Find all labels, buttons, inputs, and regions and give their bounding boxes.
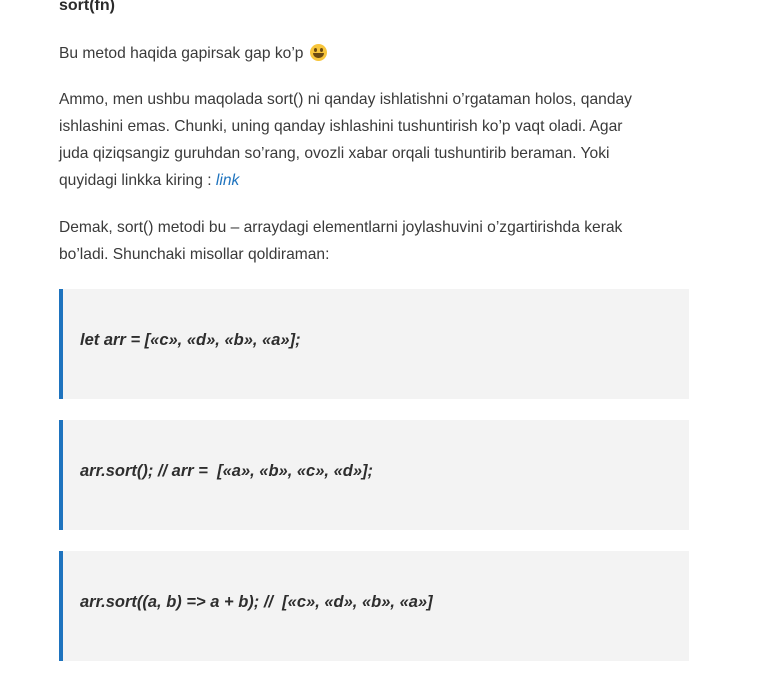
- intro-paragraph: Bu metod haqida gapirsak gap ko’p: [59, 40, 689, 67]
- summary-line-2: bo’ladi. Shunchaki misollar qoldiraman:: [59, 246, 330, 263]
- reference-link[interactable]: link: [216, 172, 239, 189]
- explanation-line-3: juda qiziqsangiz guruhdan so’rang, ovozl…: [59, 145, 610, 162]
- code-example-1: let arr = [«c», «d», «b», «a»];: [59, 289, 689, 399]
- explanation-line-2: ishlashini emas. Chunki, uning qanday is…: [59, 118, 623, 135]
- code-example-3: arr.sort((a, b) => a + b); // [«c», «d»,…: [59, 551, 689, 661]
- section-heading: sort(fn): [59, 0, 115, 14]
- summary-paragraph: Demak, sort() metodi bu – arraydagi elem…: [59, 214, 689, 268]
- explanation-line-1: Ammo, men ushbu maqolada sort() ni qanda…: [59, 91, 632, 108]
- grinning-face-icon: [309, 44, 327, 61]
- code-line: arr.sort((a, b) => a + b); // [«c», «d»,…: [80, 593, 433, 611]
- code-line: let arr = [«c», «d», «b», «a»];: [80, 331, 301, 349]
- code-example-2: arr.sort(); // arr = [«a», «b», «c», «d»…: [59, 420, 689, 530]
- explanation-paragraph: Ammo, men ushbu maqolada sort() ni qanda…: [59, 86, 689, 194]
- explanation-line-4: quyidagi linkka kiring :: [59, 172, 216, 189]
- intro-text: Bu metod haqida gapirsak gap ko’p: [59, 45, 304, 62]
- code-line: arr.sort(); // arr = [«a», «b», «c», «d»…: [80, 462, 374, 480]
- summary-line-1: Demak, sort() metodi bu – arraydagi elem…: [59, 219, 623, 236]
